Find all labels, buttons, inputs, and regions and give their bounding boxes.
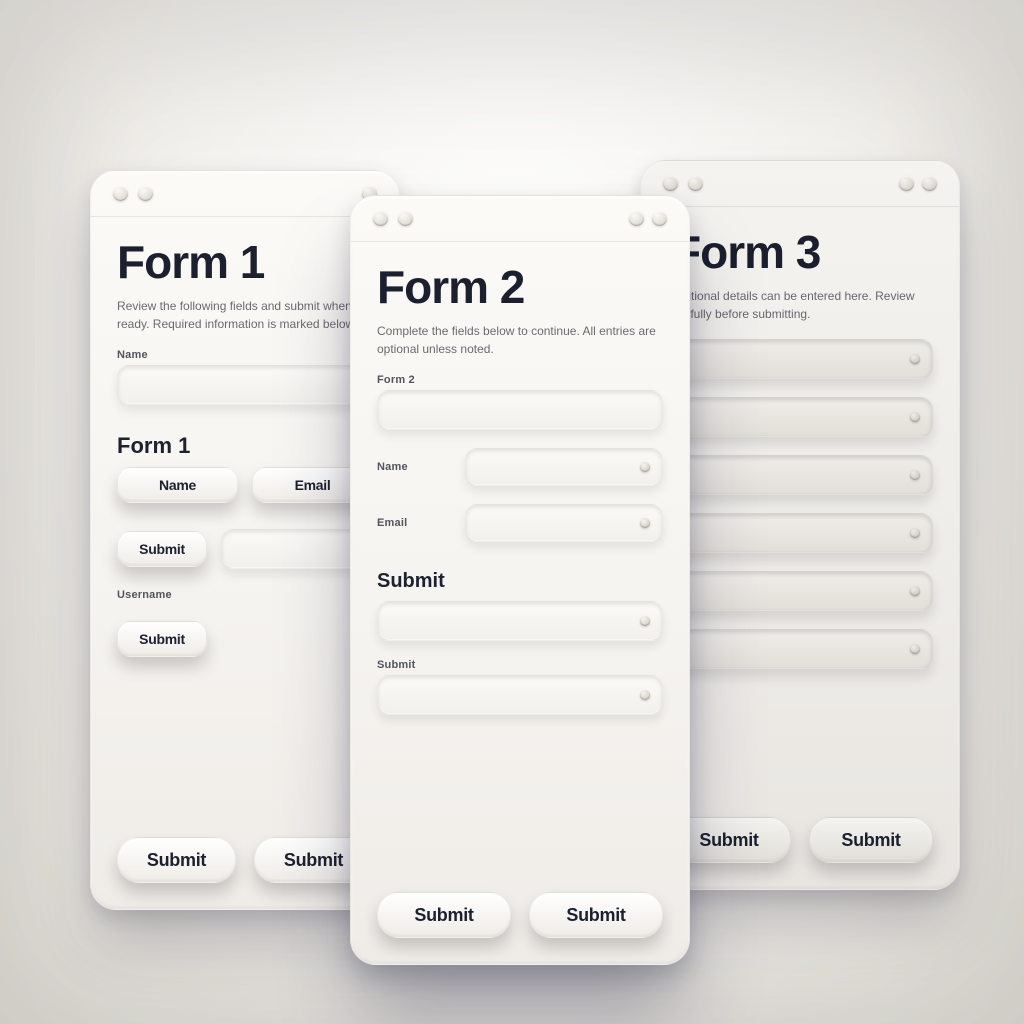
window-dot-icon <box>652 211 667 226</box>
handle-icon <box>640 616 650 626</box>
form2-submit-right[interactable]: Submit <box>529 892 663 938</box>
handle-icon <box>910 412 920 422</box>
form3-input-4[interactable] <box>667 513 933 553</box>
form2-label-1: Name <box>377 461 449 473</box>
form3-input-1[interactable] <box>667 339 933 379</box>
form2-titlebar <box>351 196 689 242</box>
form2-input-4[interactable] <box>377 675 663 715</box>
handle-icon <box>910 470 920 480</box>
window-dot-icon <box>688 176 703 191</box>
window-dot-icon <box>922 176 937 191</box>
form2-step-label: Form 2 <box>377 374 663 386</box>
form2-label-2: Email <box>377 517 449 529</box>
window-dot-icon <box>398 211 413 226</box>
handle-icon <box>640 518 650 528</box>
form2-section-submit: Submit <box>377 570 663 593</box>
form1-label-top: Name <box>117 349 373 361</box>
window-dot-icon <box>113 186 128 201</box>
form2-description: Complete the fields below to continue. A… <box>377 322 663 356</box>
form1-submit-left[interactable]: Submit <box>117 837 236 883</box>
form2-input-top[interactable] <box>377 390 663 430</box>
form1-description: Review the following fields and submit w… <box>117 297 373 331</box>
form2-input-2[interactable] <box>465 504 663 542</box>
form1-input-1[interactable] <box>117 365 373 405</box>
form2-title: Form 2 <box>377 260 663 314</box>
form1-section-heading: Form 1 <box>117 433 373 459</box>
window-dot-icon <box>899 176 914 191</box>
form2-input-1[interactable] <box>465 448 663 486</box>
window-dot-icon <box>138 186 153 201</box>
form3-description: Additional details can be entered here. … <box>667 287 933 321</box>
handle-icon <box>640 462 650 472</box>
form2-window: Form 2 Complete the fields below to cont… <box>350 195 690 965</box>
window-dot-icon <box>373 211 388 226</box>
form1-submit-mini[interactable]: Submit <box>117 531 207 567</box>
handle-icon <box>910 354 920 364</box>
form1-secondary-btn[interactable]: Submit <box>117 621 207 657</box>
form1-chip-1[interactable]: Name <box>117 467 238 503</box>
form3-input-3[interactable] <box>667 455 933 495</box>
form2-label-4: Submit <box>377 659 663 671</box>
handle-icon <box>910 644 920 654</box>
handle-icon <box>910 586 920 596</box>
handle-icon <box>640 690 650 700</box>
window-dot-icon <box>663 176 678 191</box>
form3-input-2[interactable] <box>667 397 933 437</box>
form2-submit-left[interactable]: Submit <box>377 892 511 938</box>
form3-submit-right[interactable]: Submit <box>809 817 933 863</box>
handle-icon <box>910 528 920 538</box>
form3-title: Form 3 <box>667 225 933 279</box>
form3-input-6[interactable] <box>667 629 933 669</box>
form1-title: Form 1 <box>117 235 373 289</box>
form3-input-5[interactable] <box>667 571 933 611</box>
form2-input-3[interactable] <box>377 601 663 641</box>
form1-note: Username <box>117 589 373 601</box>
window-dot-icon <box>629 211 644 226</box>
